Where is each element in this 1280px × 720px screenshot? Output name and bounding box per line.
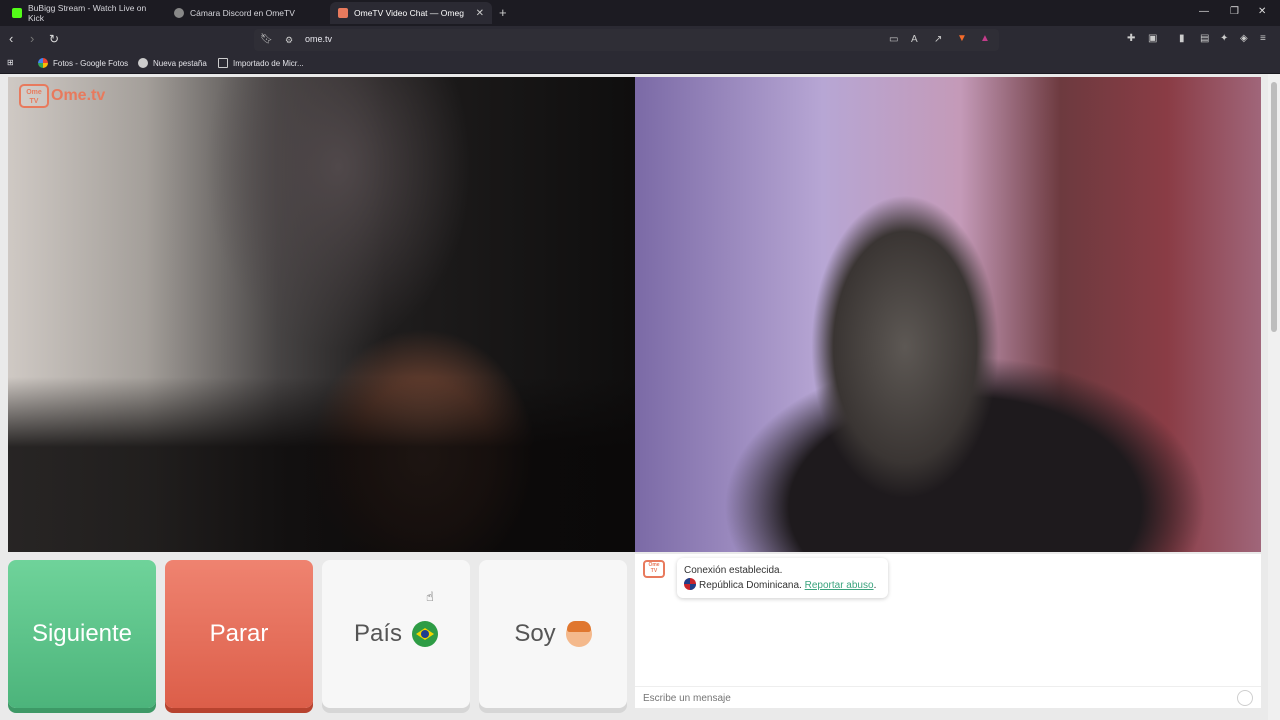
page-scrollbar[interactable] xyxy=(1268,74,1280,720)
vpn-icon[interactable]: ◈ xyxy=(1240,33,1248,45)
apps-grid-icon[interactable]: ⊞ xyxy=(7,58,14,67)
bookmark-new-tab[interactable]: Nueva pestaña xyxy=(138,58,207,68)
brave-shields-icon[interactable]: ▼ xyxy=(957,33,967,45)
close-tab-icon[interactable]: ✕ xyxy=(476,8,484,19)
url-text: ome.tv xyxy=(305,34,333,44)
bookmark-label: Nueva pestaña xyxy=(153,58,207,68)
ometv-favicon-icon xyxy=(338,8,348,18)
ometv-logo: Ome TV Ome.tv xyxy=(19,84,105,108)
site-info-icon[interactable]: ⚙︎ xyxy=(285,34,293,46)
message-input[interactable] xyxy=(641,691,1221,705)
ometv-tv-icon: Ome TV xyxy=(19,84,49,108)
share-icon[interactable]: ↗ xyxy=(934,34,942,46)
tab-search-icon[interactable]: ▣ xyxy=(1148,33,1157,45)
forward-icon[interactable]: › xyxy=(30,32,34,46)
system-message: Conexión establecida. República Dominica… xyxy=(677,558,888,598)
bookmark-google-photos[interactable]: Fotos - Google Fotos xyxy=(38,58,128,68)
stranger-video: Ome TV Ome.tv xyxy=(8,77,635,552)
minimize-icon[interactable]: — xyxy=(1199,6,1209,17)
tab-label: BuBigg Stream - Watch Live on Kick xyxy=(28,3,147,23)
report-suffix: . xyxy=(873,580,877,591)
back-icon[interactable]: ‹ xyxy=(9,32,13,46)
globe-favicon-icon xyxy=(174,8,184,18)
tab-label: Cámara Discord en OmeTV xyxy=(190,8,295,18)
bookmark-page-icon[interactable]: 🔖︎ xyxy=(260,34,273,46)
stop-label: Parar xyxy=(209,620,269,647)
country-button[interactable]: País xyxy=(322,560,470,708)
emoji-icon[interactable] xyxy=(1237,690,1253,706)
connection-status: Conexión establecida. xyxy=(684,565,783,576)
gender-button[interactable]: Soy xyxy=(479,560,627,708)
wallet-icon[interactable]: ▤ xyxy=(1200,33,1209,45)
stop-button[interactable]: Parar xyxy=(165,560,313,708)
brazil-flag-icon xyxy=(412,621,439,647)
tab-label: OmeTV Video Chat — Omeg xyxy=(354,8,464,18)
tab-kick[interactable]: BuBigg Stream - Watch Live on Kick xyxy=(4,2,164,24)
google-photos-icon xyxy=(38,58,48,68)
reload-icon[interactable]: ↻ xyxy=(49,32,59,46)
bookmark-label: Fotos - Google Fotos xyxy=(53,58,129,68)
ometv-avatar-icon: Ome TV xyxy=(643,560,665,578)
navigation-bar: ‹ › ↻ 🔖︎ ⚙︎ ome.tv ▭ A ↗ ▼ ▲ ✚ ▣ ▮ ▤ ✦ ◈… xyxy=(0,26,1280,54)
gender-label: Soy xyxy=(514,620,556,647)
logo-text: Ome.tv xyxy=(51,87,106,104)
boy-face-icon xyxy=(565,621,592,647)
bookmark-label: Importado de Micr... xyxy=(233,58,304,68)
own-camera-video xyxy=(635,77,1261,552)
country-label: País xyxy=(353,620,403,647)
leo-ai-icon[interactable]: ✦ xyxy=(1220,33,1228,45)
report-abuse-link[interactable]: Reportar abuso xyxy=(805,580,874,591)
partner-country-line: República Dominicana. Reportar abuso. xyxy=(684,578,881,593)
translate-icon[interactable]: A xyxy=(911,34,918,46)
close-window-icon[interactable]: ✕ xyxy=(1258,6,1266,17)
next-label: Siguiente xyxy=(31,620,133,647)
next-button[interactable]: Siguiente xyxy=(8,560,156,708)
kick-favicon-icon xyxy=(12,8,22,18)
folder-icon xyxy=(218,58,228,68)
globe-icon xyxy=(138,58,148,68)
bookmarks-bar: ⊞ Fotos - Google Fotos Nueva pestaña Imp… xyxy=(0,54,1280,74)
message-bar xyxy=(635,686,1261,708)
tab-strip: BuBigg Stream - Watch Live on Kick Cámar… xyxy=(0,0,1280,26)
tab-discord-camera[interactable]: Cámara Discord en OmeTV xyxy=(166,2,326,24)
tab-ometv[interactable]: OmeTV Video Chat — Omeg ✕ xyxy=(330,2,492,24)
mouse-cursor-icon: ☝︎ xyxy=(426,589,434,604)
scrollbar-thumb[interactable] xyxy=(1271,82,1277,332)
sidebar-icon[interactable]: ▮ xyxy=(1179,33,1185,45)
country-name: República Dominicana. xyxy=(699,580,802,591)
chat-panel: Ome TV Conexión establecida. República D… xyxy=(635,554,1261,708)
cast-icon[interactable]: ▭ xyxy=(889,34,898,46)
dominican-flag-icon xyxy=(684,578,696,590)
address-bar[interactable]: 🔖︎ ⚙︎ ome.tv ▭ A ↗ ▼ ▲ xyxy=(254,29,999,51)
video-shading xyxy=(8,377,635,552)
brave-rewards-icon[interactable]: ▲ xyxy=(980,33,990,45)
restore-icon[interactable]: ❐ xyxy=(1230,6,1239,17)
new-tab-icon[interactable]: + xyxy=(499,5,507,20)
extensions-icon[interactable]: ✚ xyxy=(1127,33,1135,45)
ometv-page: Ome TV Ome.tv Siguiente Parar País Soy ☝… xyxy=(0,74,1280,720)
menu-icon[interactable]: ≡ xyxy=(1260,33,1266,45)
bookmark-folder-imported[interactable]: Importado de Micr... xyxy=(218,58,304,68)
